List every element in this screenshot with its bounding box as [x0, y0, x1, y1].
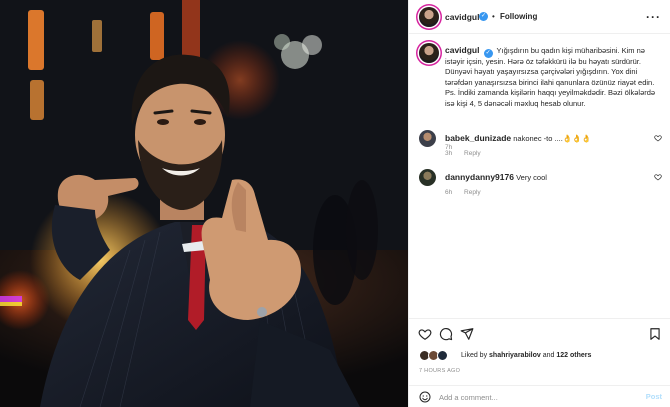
post-timestamp[interactable]: 7 HOURS AGO [419, 368, 460, 374]
comment-meta: 3h Reply [445, 150, 491, 157]
comment-text: Very cool [516, 173, 547, 182]
liker-avatar [437, 350, 448, 361]
commenter-username[interactable]: dannydanny9176 [445, 172, 514, 182]
comment-body: babek_dunizade nakonec -to ....👌👌👌 [445, 133, 645, 143]
reply-button[interactable]: Reply [464, 150, 481, 157]
bookmark-icon[interactable] [648, 327, 662, 341]
verified-badge-icon: ✓ [483, 49, 493, 58]
following-button[interactable]: Following [500, 12, 537, 21]
commenter-username[interactable]: babek_dunizade [445, 133, 511, 143]
comment-item: babek_dunizade nakonec -to ....👌👌👌 3h Re… [409, 130, 670, 166]
post-comment-button[interactable]: Post [646, 392, 662, 401]
comment-item: dannydanny9176 Very cool 6h Reply [409, 169, 670, 205]
add-comment-input[interactable] [439, 390, 639, 404]
post-actions: Liked by shahriyarabilov and 122 others … [409, 318, 670, 407]
comment-body: dannydanny9176 Very cool [445, 172, 645, 182]
likes-connector: and [542, 352, 555, 359]
post-caption: cavidgul ✓ Yığışdırın bu qadın kişi müha… [445, 45, 659, 109]
commenter-avatar[interactable] [419, 169, 436, 186]
author-username[interactable]: cavidgul [445, 12, 479, 22]
comment-age[interactable]: 6h [445, 189, 452, 196]
comments-section[interactable]: cavidgul ✓ Yığışdırın bu qadın kişi müha… [409, 35, 670, 318]
commenter-avatar[interactable] [419, 130, 436, 147]
post-image [0, 0, 408, 407]
comment-meta: 6h Reply [445, 189, 491, 196]
emoji-icon[interactable] [419, 391, 431, 403]
heart-icon[interactable] [654, 173, 662, 181]
likes-prefix: Liked by [461, 352, 488, 359]
comment-text: nakonec -to ....👌👌👌 [513, 134, 591, 143]
likes-summary: Liked by shahriyarabilov and 122 others [461, 352, 591, 359]
share-icon[interactable] [460, 327, 474, 341]
add-comment-row: Post [409, 385, 670, 407]
post-header: cavidgul ✓ • Following ··· [409, 0, 670, 34]
likes-others[interactable]: 122 others [556, 352, 591, 359]
comment-age[interactable]: 3h [445, 150, 452, 157]
heart-icon[interactable] [654, 134, 662, 142]
post-details-panel: cavidgul ✓ • Following ··· cavidgul ✓ Yı… [408, 0, 670, 407]
post-photo[interactable] [0, 0, 408, 407]
caption-author-avatar[interactable] [419, 43, 439, 63]
separator-dot: • [492, 12, 495, 21]
verified-badge-icon: ✓ [479, 11, 488, 21]
more-options-icon[interactable]: ··· [646, 10, 661, 24]
heart-icon[interactable] [418, 327, 432, 341]
liker-username[interactable]: shahriyarabilov [489, 352, 541, 359]
comment-icon[interactable] [439, 327, 453, 341]
caption-text: Yığışdırın bu qadın kişi müharibəsini. K… [445, 46, 656, 108]
reply-button[interactable]: Reply [464, 189, 481, 196]
author-avatar[interactable] [419, 7, 439, 27]
caption-username[interactable]: cavidgul [445, 45, 479, 55]
